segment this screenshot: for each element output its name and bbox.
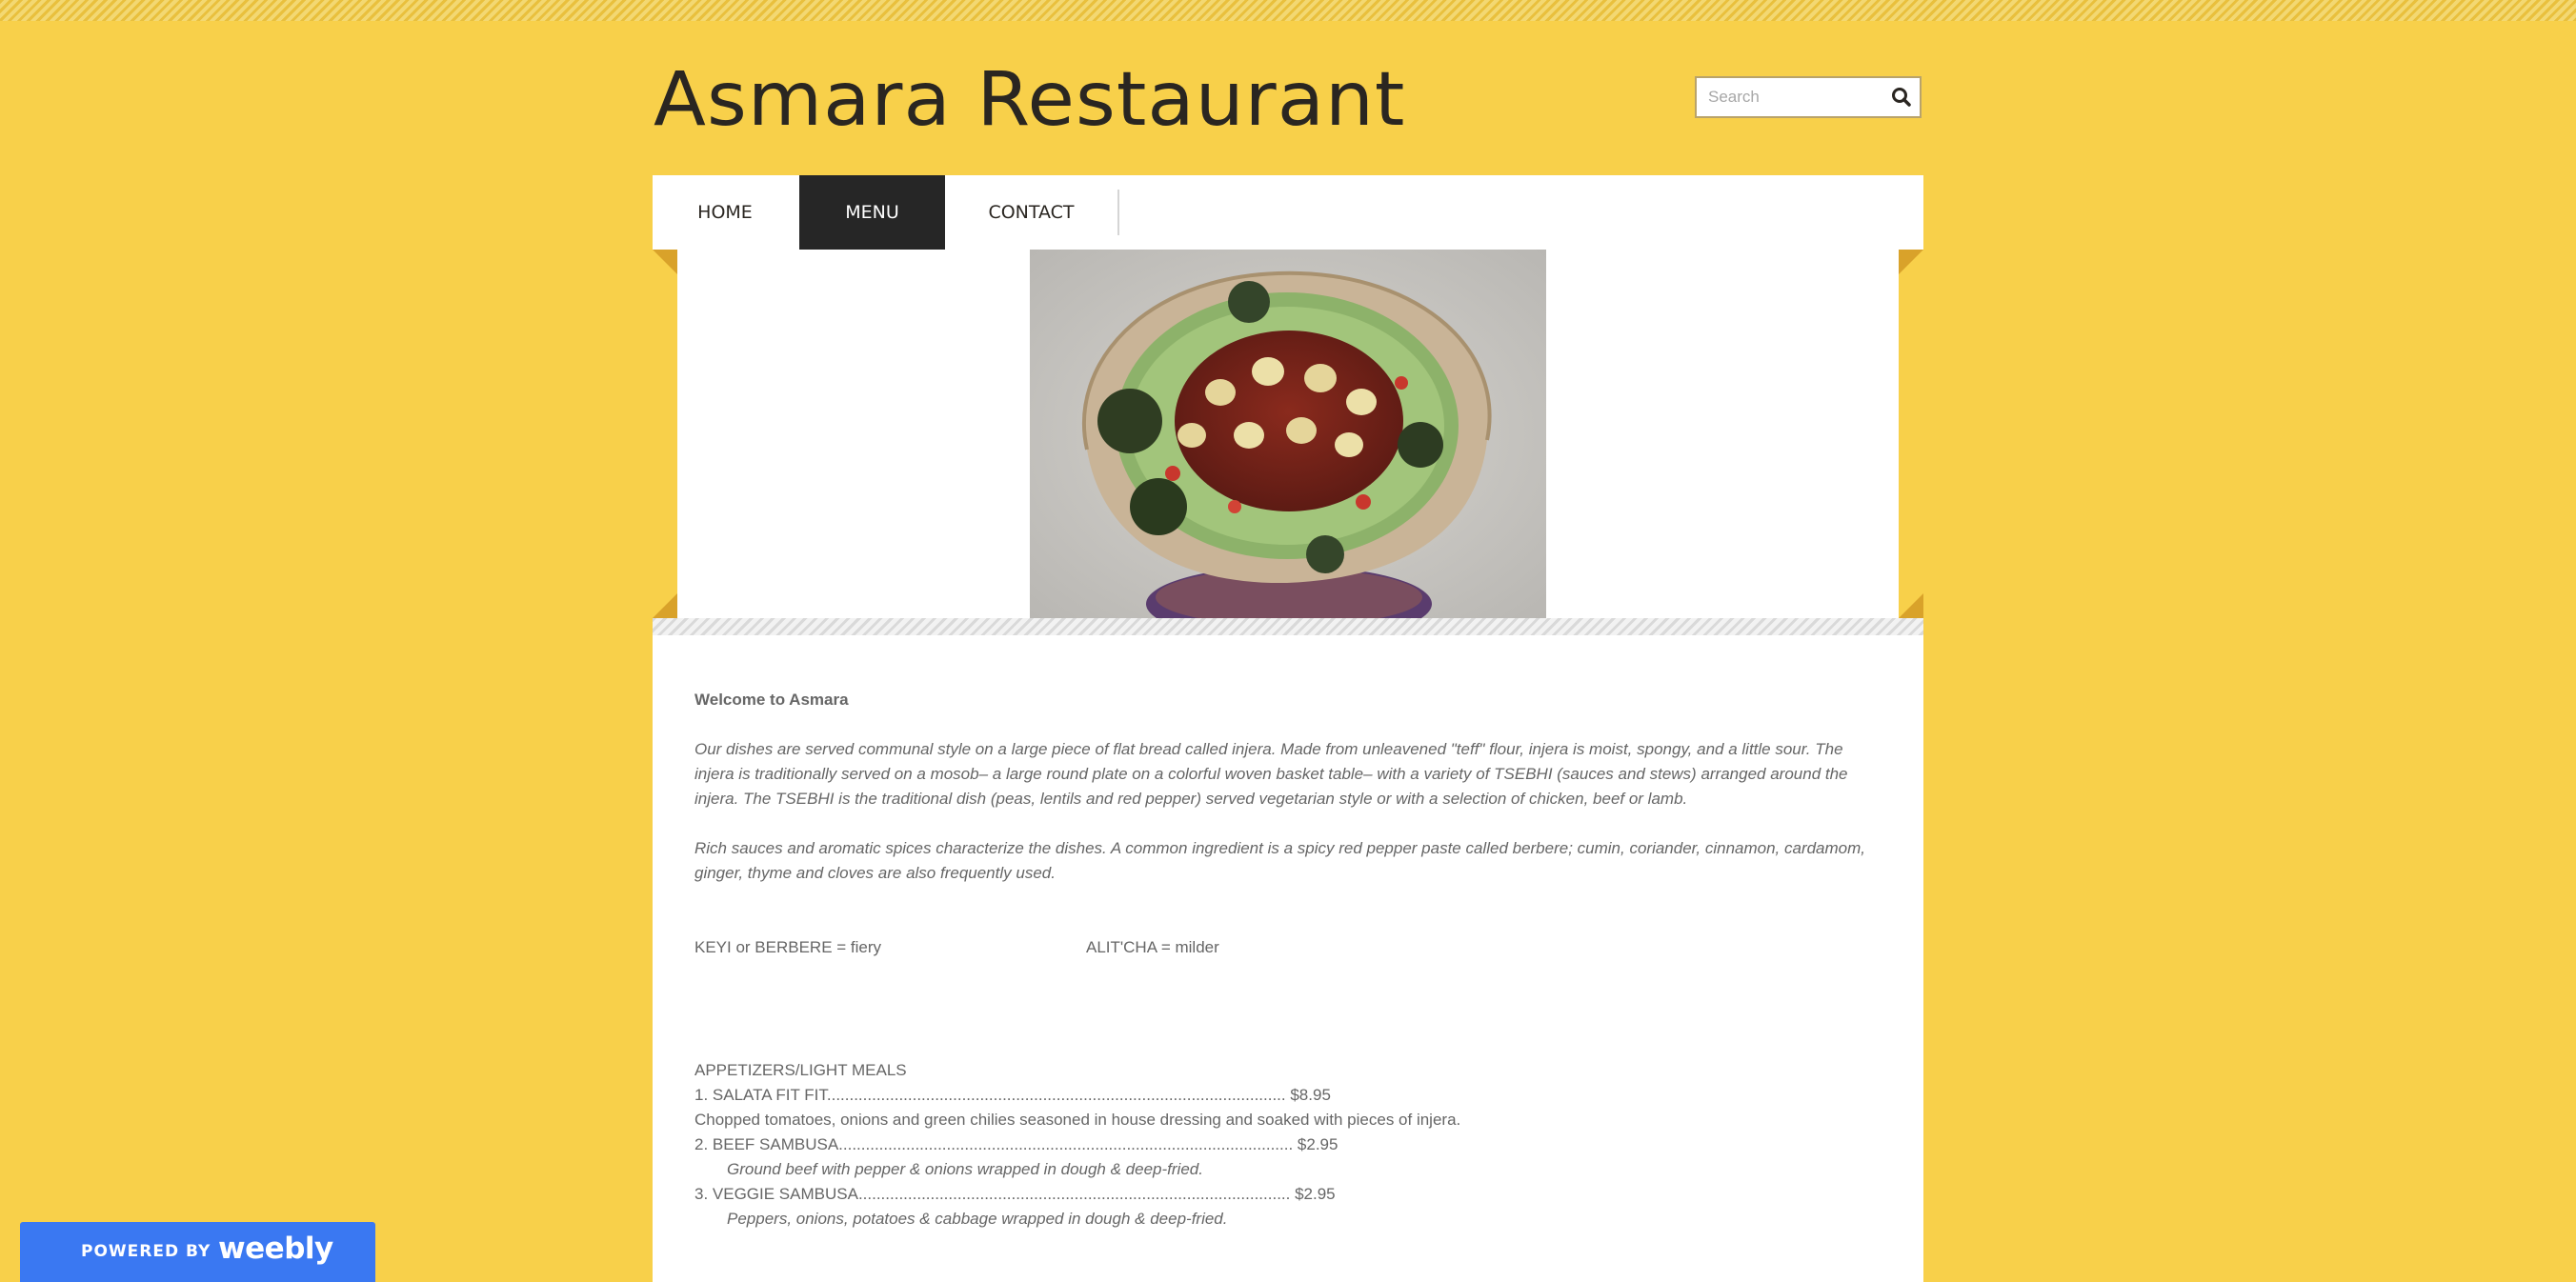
section-heading-appetizers: APPETIZERS/LIGHT MEALS — [694, 1061, 907, 1079]
top-decorative-stripe — [0, 0, 2576, 21]
main-nav: HOME MENU CONTACT — [653, 175, 1923, 250]
menu-item-1: 1. SALATA FIT FIT.......................… — [694, 1086, 1331, 1104]
banner-fold-bottom-right — [1899, 593, 1923, 618]
banner-fold-top-right — [1899, 250, 1923, 274]
intro-paragraph-2: Rich sauces and aromatic spices characte… — [694, 839, 1866, 882]
search-box — [1695, 76, 1922, 118]
nav-item-contact[interactable]: CONTACT — [945, 175, 1117, 250]
nav-item-home[interactable]: HOME — [653, 175, 797, 250]
banner-fold-top-left — [653, 250, 677, 274]
spice-key-milder: ALIT'CHA = milder — [1086, 938, 1219, 956]
search-icon[interactable] — [1889, 85, 1914, 110]
menu-item-3-description: Peppers, onions, potatoes & cabbage wrap… — [727, 1210, 1228, 1228]
banner-fold-bottom-left — [653, 593, 677, 618]
nav-item-menu[interactable]: MENU — [799, 175, 945, 250]
search-input[interactable] — [1697, 78, 1889, 116]
site-title[interactable]: Asmara Restaurant — [654, 57, 1405, 143]
menu-item-2: 2. BEEF SAMBUSA.........................… — [694, 1135, 1338, 1153]
menu-item-3: 3. VEGGIE SAMBUSA.......................… — [694, 1185, 1336, 1203]
welcome-heading: Welcome to Asmara — [694, 691, 849, 709]
powered-by-label: POWERED BY — [81, 1242, 211, 1261]
spice-key-fiery: KEYI or BERBERE = fiery — [694, 938, 882, 956]
menu-item-1-description: Chopped tomatoes, onions and green chili… — [694, 1111, 1461, 1129]
weebly-logo: weebly — [218, 1232, 333, 1266]
menu-item-2-description: Ground beef with pepper & onions wrapped… — [727, 1160, 1203, 1178]
powered-by-weebly-badge[interactable]: POWERED BY weebly — [20, 1222, 375, 1282]
main-content: Welcome to Asmara Our dishes are served … — [653, 635, 1923, 1282]
banner-image — [1030, 250, 1546, 618]
intro-paragraph-1: Our dishes are served communal style on … — [694, 740, 1848, 808]
banner-divider-hatch — [653, 618, 1923, 635]
banner — [677, 250, 1899, 618]
nav-divider — [1117, 190, 1119, 235]
